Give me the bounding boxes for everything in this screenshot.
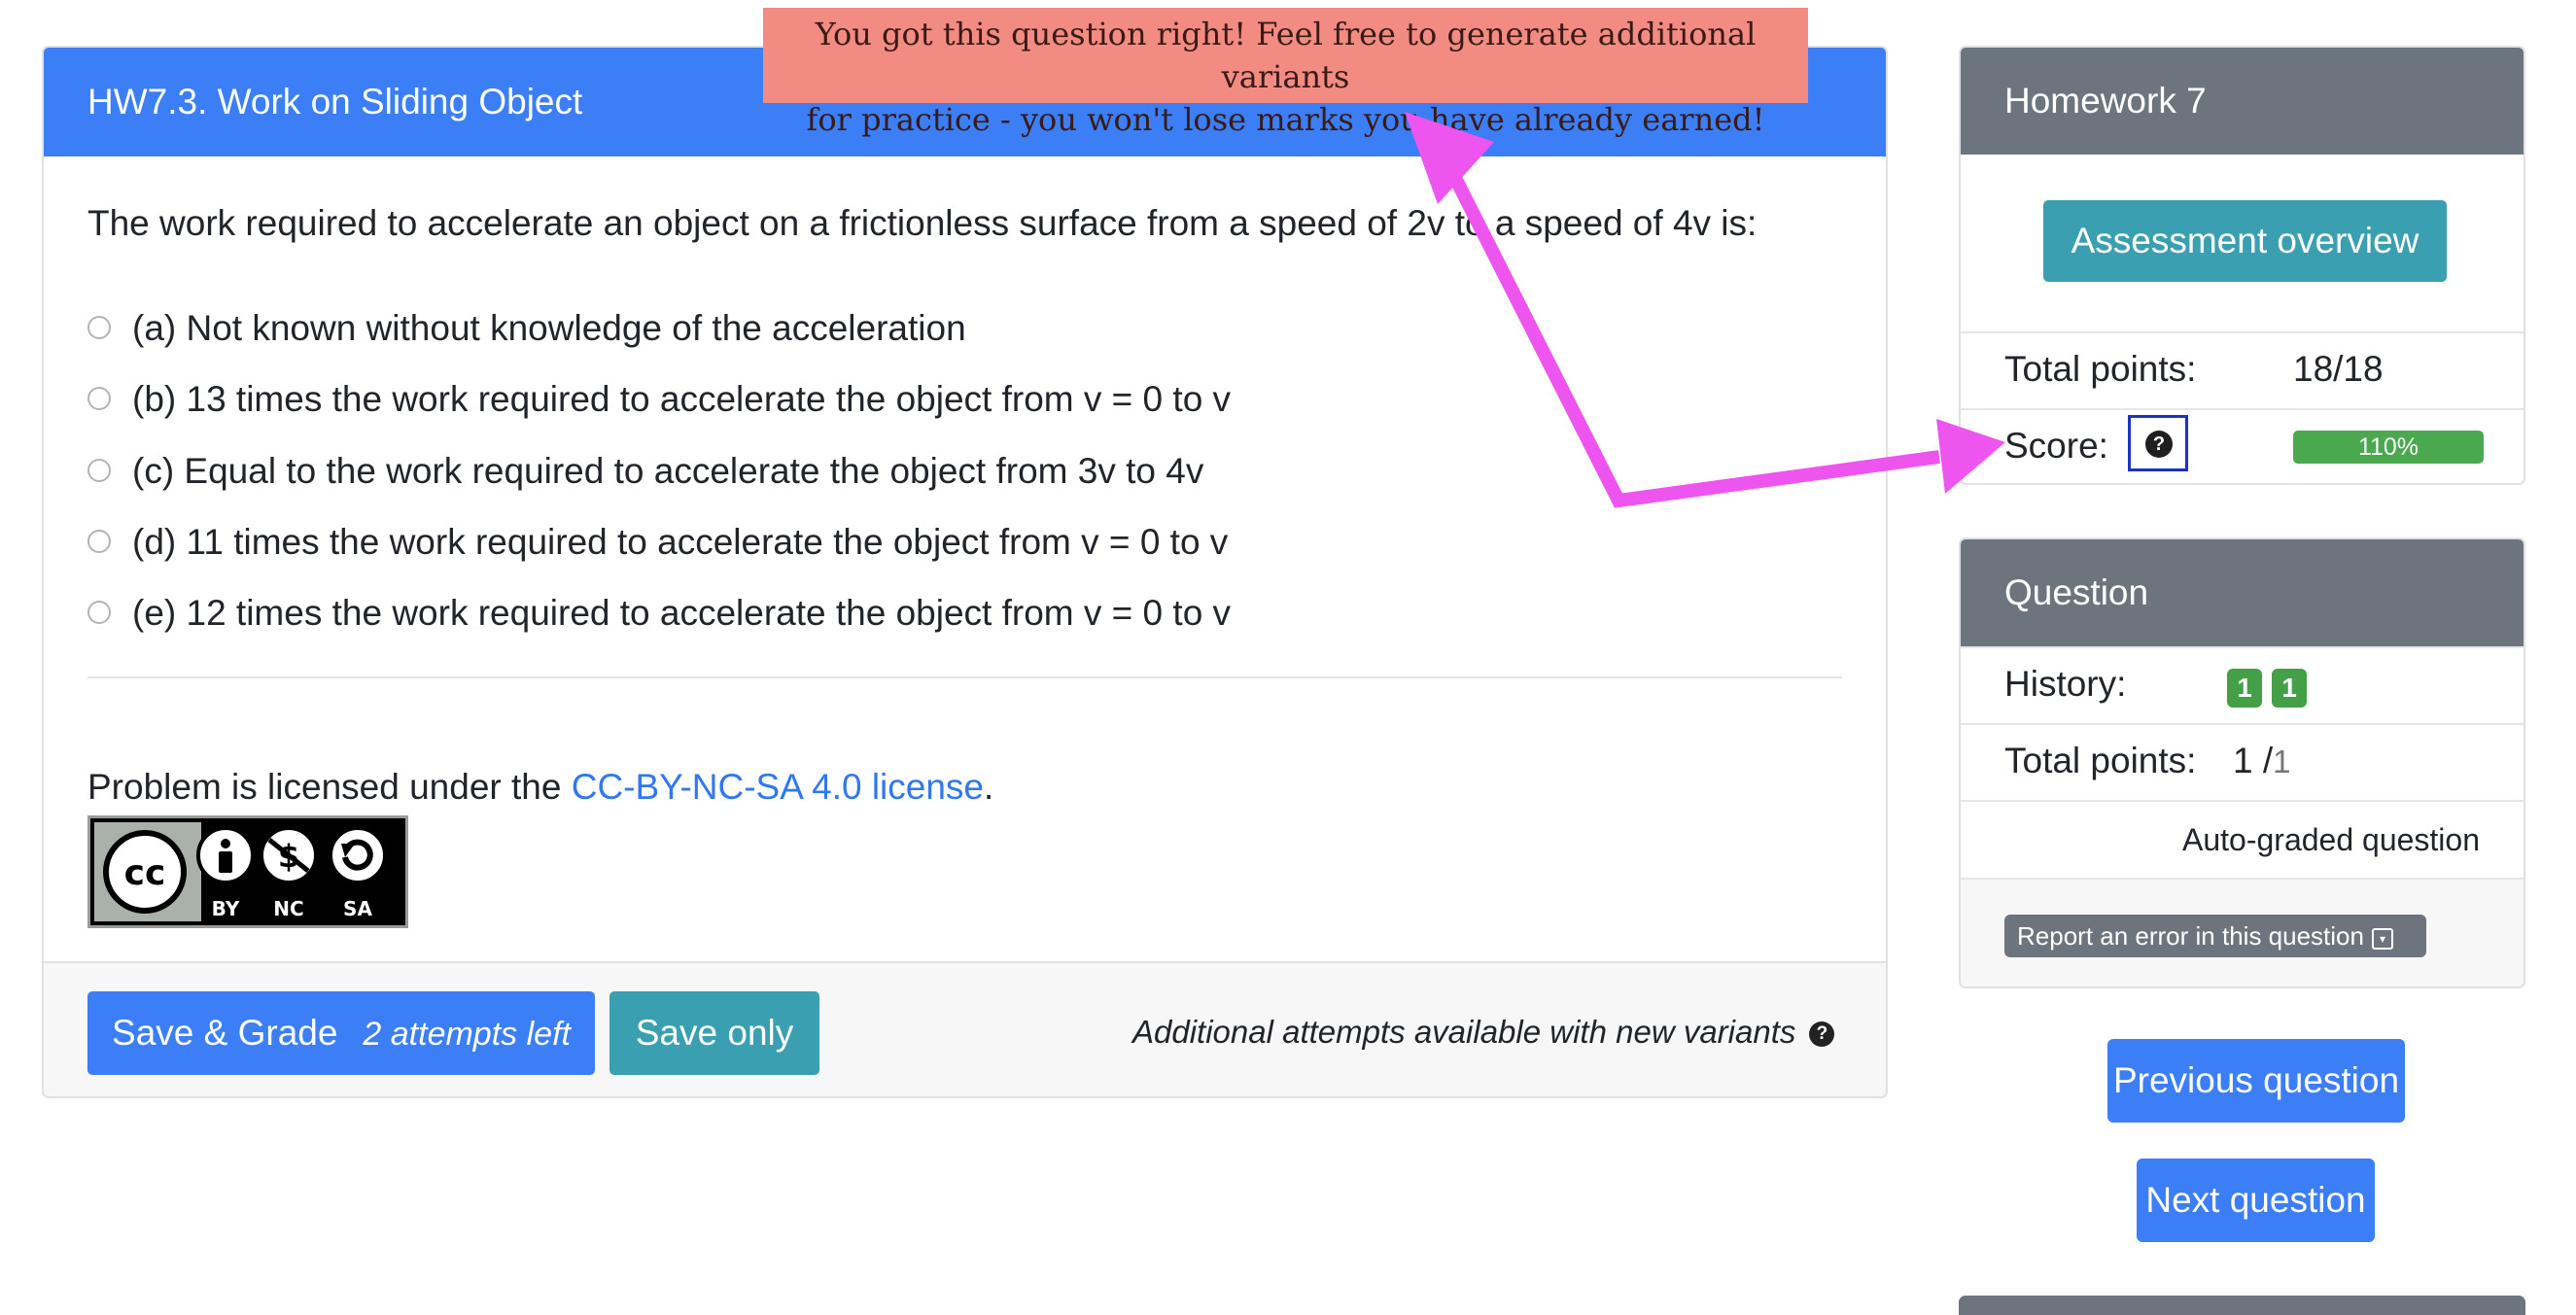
radio-button[interactable] bbox=[87, 316, 111, 340]
auto-graded-label: Auto-graded question bbox=[2182, 822, 2480, 857]
question-card: HW7.3. Work on Sliding Object The work r… bbox=[42, 46, 1888, 1098]
radio-button[interactable] bbox=[87, 530, 111, 554]
radio-button[interactable] bbox=[87, 601, 111, 625]
assessment-overview-button[interactable]: Assessment overview bbox=[2043, 200, 2447, 282]
option-e[interactable]: (e) 12 times the work required to accele… bbox=[87, 593, 1231, 634]
history-row: History: 11 bbox=[1961, 646, 2524, 723]
license-prefix: Problem is licensed under the bbox=[87, 767, 572, 807]
total-points-label: Total points: bbox=[2004, 349, 2197, 389]
license-link[interactable]: CC-BY-NC-SA 4.0 license bbox=[572, 767, 984, 807]
annotation-line-2: for practice - you won't lose marks you … bbox=[806, 101, 1765, 138]
report-error-label: Report an error in this question bbox=[2017, 921, 2364, 951]
save-grade-button[interactable]: Save & Grade 2 attempts left bbox=[87, 991, 595, 1075]
score-help-button[interactable]: ? bbox=[2128, 415, 2188, 471]
question-panel-title: Question bbox=[1961, 539, 2524, 646]
points-max: 1 bbox=[2273, 744, 2291, 779]
radio-button[interactable] bbox=[87, 459, 111, 483]
question-points-label: Total points: bbox=[2004, 741, 2197, 780]
question-panel: Question History: 11 Total points: 1 /1 … bbox=[1959, 537, 2525, 988]
annotation-note: You got this question right! Feel free t… bbox=[763, 8, 1808, 138]
additional-attempts-label: Additional attempts available with new v… bbox=[1132, 1014, 1796, 1050]
cc-by-nc-sa-icon: cc $ BY NC SA bbox=[90, 818, 405, 925]
report-error-button[interactable]: Report an error in this question ▾ bbox=[2004, 915, 2426, 957]
license-text: Problem is licensed under the CC-BY-NC-S… bbox=[87, 767, 993, 808]
option-c[interactable]: (c) Equal to the work required to accele… bbox=[87, 451, 1203, 492]
question-prompt: The work required to accelerate an objec… bbox=[87, 203, 1758, 243]
option-label: (d) 11 times the work required to accele… bbox=[132, 522, 1229, 562]
option-label: (b) 13 times the work required to accele… bbox=[132, 379, 1232, 419]
help-icon: ? bbox=[2145, 431, 2173, 458]
attempts-left: 2 attempts left bbox=[363, 1016, 571, 1053]
assessment-title: Homework 7 bbox=[1961, 48, 2524, 155]
radio-button[interactable] bbox=[87, 387, 111, 411]
additional-attempts-text: Additional attempts available with new v… bbox=[1132, 1014, 1835, 1051]
license-suffix: . bbox=[984, 767, 994, 807]
chevron-down-icon: ▾ bbox=[2371, 928, 2393, 950]
question-footer: Save & Grade 2 attempts left Save only Ad… bbox=[44, 961, 1886, 1096]
divider bbox=[87, 676, 1842, 678]
cc-license-badge[interactable]: cc $ BY NC SA bbox=[87, 815, 408, 928]
next-panel-header bbox=[1959, 1296, 2525, 1315]
score-row: Score: ? 110% bbox=[1961, 408, 2524, 483]
option-label: (a) Not known without knowledge of the a… bbox=[132, 308, 966, 348]
option-label: (c) Equal to the work required to accele… bbox=[132, 451, 1204, 491]
question-points-value: 1 /1 bbox=[2233, 741, 2291, 781]
total-points-row: Total points: 18/18 bbox=[1961, 331, 2524, 408]
history-badge[interactable]: 1 bbox=[2272, 669, 2307, 708]
history-label: History: bbox=[2004, 664, 2127, 704]
history-badge[interactable]: 1 bbox=[2227, 669, 2262, 708]
by-label: BY bbox=[212, 897, 240, 920]
total-points-value: 18/18 bbox=[2293, 349, 2384, 389]
sa-label: SA bbox=[343, 897, 372, 920]
option-a[interactable]: (a) Not known without knowledge of the a… bbox=[87, 308, 966, 349]
cc-letters: cc bbox=[124, 853, 166, 893]
assessment-panel: Homework 7 Assessment overview Total poi… bbox=[1959, 46, 2525, 485]
help-icon[interactable]: ? bbox=[1809, 1021, 1835, 1047]
option-b[interactable]: (b) 13 times the work required to accele… bbox=[87, 379, 1231, 420]
annotation-line-1: You got this question right! Feel free t… bbox=[815, 16, 1757, 95]
score-label: Score: bbox=[2004, 426, 2108, 466]
points-earned: 1 / bbox=[2233, 741, 2274, 780]
auto-graded-row: Auto-graded question bbox=[1961, 800, 2524, 878]
option-d[interactable]: (d) 11 times the work required to accele… bbox=[87, 522, 1228, 563]
option-label: (e) 12 times the work required to accele… bbox=[132, 593, 1232, 633]
previous-question-button[interactable]: Previous question bbox=[2107, 1039, 2405, 1123]
save-grade-label: Save & Grade bbox=[112, 1013, 338, 1053]
save-only-button[interactable]: Save only bbox=[609, 991, 819, 1075]
history-badges: 11 bbox=[2227, 665, 2316, 708]
question-points-row: Total points: 1 /1 bbox=[1961, 723, 2524, 800]
score-progress-bar: 110% bbox=[2293, 431, 2484, 464]
next-question-button[interactable]: Next question bbox=[2137, 1159, 2375, 1242]
nc-label: NC bbox=[273, 897, 303, 920]
